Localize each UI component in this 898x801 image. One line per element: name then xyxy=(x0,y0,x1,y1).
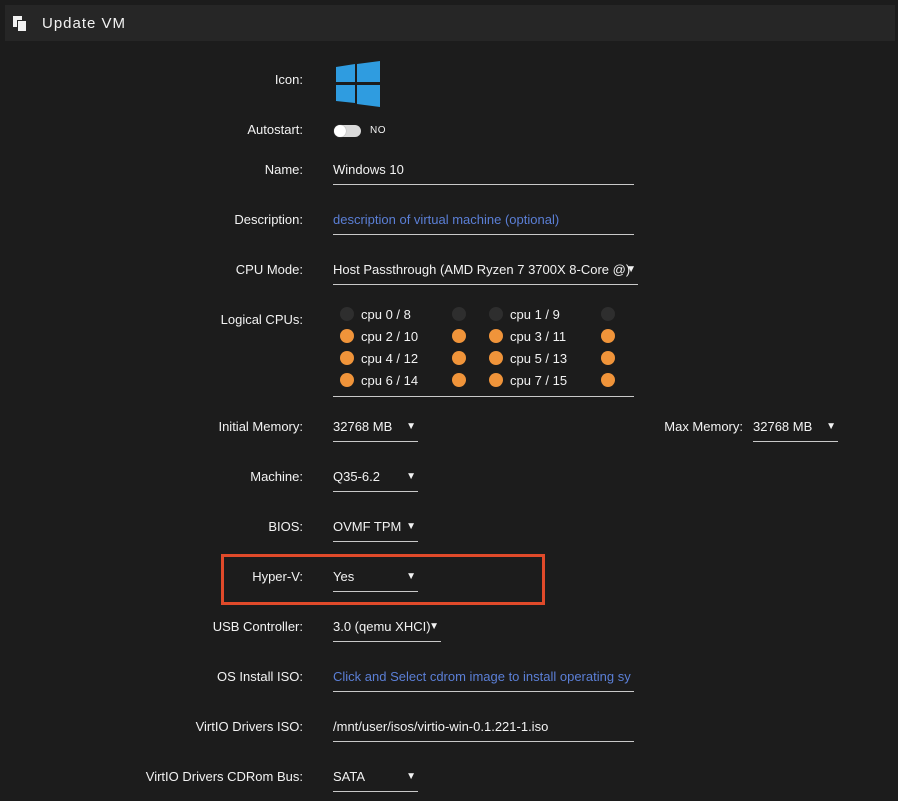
hyperv-select[interactable]: Yes ▼ xyxy=(333,567,418,592)
virtio-iso-label: VirtIO Drivers ISO: xyxy=(195,719,303,734)
os-iso-label: OS Install ISO: xyxy=(217,669,303,684)
logical-cpus-grid: cpu 0 / 8 cpu 1 / 9 cpu 2 / 10 cpu 3 / 1… xyxy=(333,304,634,397)
description-input[interactable]: description of virtual machine (optional… xyxy=(333,210,634,235)
toggle-knob xyxy=(334,125,346,137)
chevron-down-icon: ▼ xyxy=(826,421,836,432)
chevron-down-icon: ▼ xyxy=(406,771,416,782)
cpu-label: cpu 2 / 10 xyxy=(361,329,419,344)
initial-memory-value: 32768 MB xyxy=(333,419,393,434)
bios-value: OVMF TPM xyxy=(333,519,402,534)
autostart-label: Autostart: xyxy=(247,122,303,137)
cpu-checkbox[interactable] xyxy=(601,307,615,321)
cpu-label: cpu 5 / 13 xyxy=(510,351,568,366)
cpu-label: cpu 4 / 12 xyxy=(361,351,419,366)
initial-memory-select[interactable]: 32768 MB ▼ xyxy=(333,417,418,442)
cpu-checkbox[interactable] xyxy=(489,373,503,387)
chevron-down-icon: ▼ xyxy=(406,521,416,532)
machine-value: Q35-6.2 xyxy=(333,469,380,484)
cpu-checkbox[interactable] xyxy=(452,351,466,365)
virtio-bus-select[interactable]: SATA ▼ xyxy=(333,767,418,792)
page-title: Update VM xyxy=(42,15,127,32)
description-label: Description: xyxy=(234,212,303,227)
cpu-checkbox[interactable] xyxy=(601,329,615,343)
virtio-iso-input[interactable]: /mnt/user/isos/virtio-win-0.1.221-1.iso xyxy=(333,717,634,742)
name-label: Name: xyxy=(264,162,303,177)
usb-controller-value: 3.0 (qemu XHCI) xyxy=(333,619,431,634)
cpu-checkbox[interactable] xyxy=(452,329,466,343)
cpu-checkbox[interactable] xyxy=(340,307,354,321)
cpu-mode-label: CPU Mode: xyxy=(235,262,303,277)
page-header: Update VM xyxy=(5,5,895,41)
bios-select[interactable]: OVMF TPM ▼ xyxy=(333,517,418,542)
logical-cpus-label: Logical CPUs: xyxy=(220,312,303,327)
chevron-down-icon: ▼ xyxy=(406,421,416,432)
cpu-checkbox[interactable] xyxy=(489,351,503,365)
icon-label: Icon: xyxy=(274,72,303,87)
chevron-down-icon: ▼ xyxy=(626,264,636,275)
chevron-down-icon: ▼ xyxy=(406,571,416,582)
chevron-down-icon: ▼ xyxy=(429,621,439,632)
windows-logo-icon[interactable] xyxy=(336,61,380,107)
cpu-checkbox[interactable] xyxy=(601,373,615,387)
max-memory-value: 32768 MB xyxy=(753,419,813,434)
initial-memory-label: Initial Memory: xyxy=(218,419,303,434)
cpu-checkbox[interactable] xyxy=(452,373,466,387)
machine-label: Machine: xyxy=(250,469,303,484)
cpu-mode-select[interactable]: Host Passthrough (AMD Ryzen 7 3700X 8-Co… xyxy=(333,260,638,285)
cpu-checkbox[interactable] xyxy=(340,373,354,387)
max-memory-label: Max Memory: xyxy=(664,419,743,434)
chevron-down-icon: ▼ xyxy=(406,471,416,482)
machine-select[interactable]: Q35-6.2 ▼ xyxy=(333,467,418,492)
name-input[interactable]: Windows 10 xyxy=(333,160,634,185)
max-memory-select[interactable]: 32768 MB ▼ xyxy=(753,417,838,442)
cpu-mode-value: Host Passthrough (AMD Ryzen 7 3700X 8-Co… xyxy=(333,262,631,277)
cpu-label: cpu 0 / 8 xyxy=(361,307,411,322)
cpu-label: cpu 3 / 11 xyxy=(510,329,567,344)
hyperv-label: Hyper-V: xyxy=(252,569,303,584)
copy-icon xyxy=(13,16,26,31)
hyperv-value: Yes xyxy=(333,569,355,584)
cpu-checkbox[interactable] xyxy=(601,351,615,365)
cpu-checkbox[interactable] xyxy=(489,329,503,343)
autostart-toggle[interactable] xyxy=(334,125,361,137)
cpu-checkbox[interactable] xyxy=(452,307,466,321)
cpu-label: cpu 1 / 9 xyxy=(510,307,560,322)
usb-controller-select[interactable]: 3.0 (qemu XHCI) ▼ xyxy=(333,617,441,642)
cpu-label: cpu 7 / 15 xyxy=(510,373,568,388)
usb-controller-label: USB Controller: xyxy=(212,619,303,634)
cpu-label: cpu 6 / 14 xyxy=(361,373,419,388)
virtio-bus-value: SATA xyxy=(333,769,366,784)
autostart-state: NO xyxy=(370,125,386,136)
cpu-checkbox[interactable] xyxy=(489,307,503,321)
bios-label: BIOS: xyxy=(268,519,303,534)
os-iso-input[interactable]: Click and Select cdrom image to install … xyxy=(333,667,634,692)
virtio-bus-label: VirtIO Drivers CDRom Bus: xyxy=(145,769,303,784)
cpu-checkbox[interactable] xyxy=(340,329,354,343)
cpu-checkbox[interactable] xyxy=(340,351,354,365)
